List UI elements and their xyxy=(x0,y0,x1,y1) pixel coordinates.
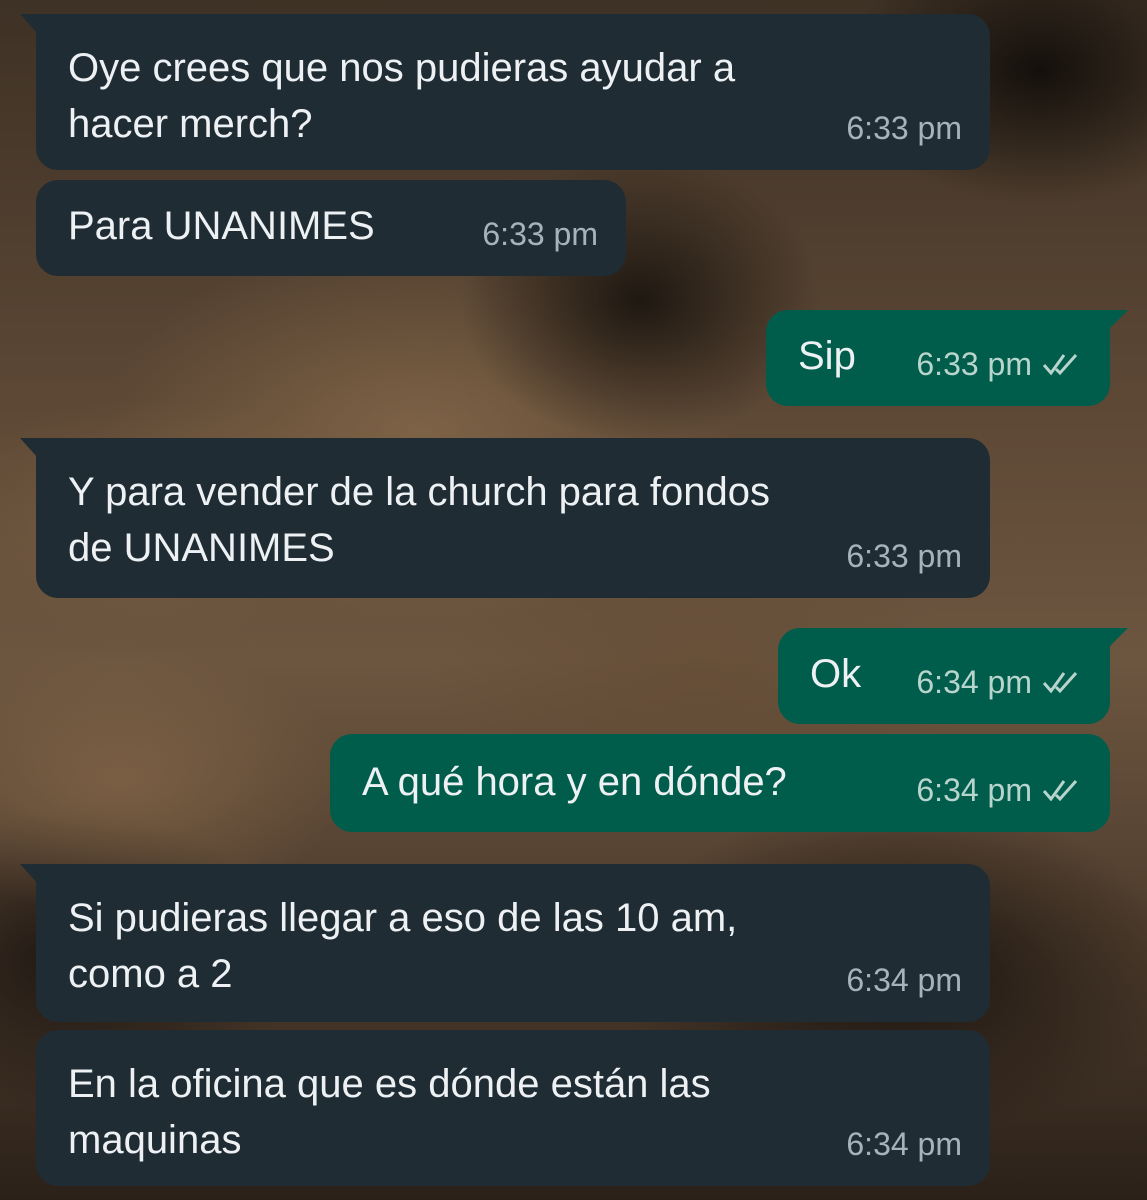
message-text: Para UNANIMES xyxy=(68,204,375,248)
message-bubble-incoming[interactable]: Oye crees que nos pudieras ayudar a hace… xyxy=(20,14,990,170)
bubble-tail xyxy=(1108,628,1128,648)
message-time: 6:33 pm xyxy=(846,538,962,574)
message-time: 6:33 pm xyxy=(482,216,598,252)
message-bubble-incoming[interactable]: Y para vender de la church para fondos d… xyxy=(20,438,990,598)
message-text: Si pudieras llegar a eso de las 10 am, c… xyxy=(68,896,738,996)
message-meta: 6:33 pm xyxy=(482,206,598,262)
message-time: 6:33 pm xyxy=(916,346,1032,382)
message-meta: 6:34 pm xyxy=(846,952,962,1008)
message-time: 6:34 pm xyxy=(846,962,962,998)
bubble-tail xyxy=(20,864,38,884)
message-meta: 6:33 pm xyxy=(846,528,962,584)
message-text: Y para vender de la church para fondos d… xyxy=(68,470,770,570)
chat-conversation: Oye crees que nos pudieras ayudar a hace… xyxy=(0,0,1147,1200)
bubble-tail xyxy=(20,14,38,34)
bubble-tail xyxy=(1108,310,1128,330)
message-text: Oye crees que nos pudieras ayudar a hace… xyxy=(68,46,736,146)
message-time: 6:33 pm xyxy=(846,110,962,146)
double-check-icon xyxy=(1042,354,1078,376)
message-time: 6:34 pm xyxy=(846,1126,962,1162)
message-time: 6:34 pm xyxy=(916,772,1032,808)
message-meta: 6:34 pm xyxy=(916,762,1082,818)
message-meta: 6:33 pm xyxy=(916,336,1082,392)
message-bubble-incoming[interactable]: Para UNANIMES 6:33 pm xyxy=(36,180,626,276)
message-meta: 6:34 pm xyxy=(916,654,1082,710)
message-bubble-outgoing[interactable]: A qué hora y en dónde? 6:34 pm xyxy=(330,734,1110,832)
message-time: 6:34 pm xyxy=(916,664,1032,700)
double-check-icon xyxy=(1042,672,1078,694)
message-bubble-incoming[interactable]: Si pudieras llegar a eso de las 10 am, c… xyxy=(20,864,990,1022)
bubble-tail xyxy=(20,438,38,458)
message-bubble-incoming[interactable]: En la oficina que es dónde están las maq… xyxy=(36,1030,990,1186)
message-meta: 6:34 pm xyxy=(846,1116,962,1172)
message-text: En la oficina que es dónde están las maq… xyxy=(68,1062,711,1162)
message-bubble-outgoing[interactable]: Ok 6:34 pm xyxy=(778,628,1128,724)
message-bubble-outgoing[interactable]: Sip 6:33 pm xyxy=(766,310,1128,406)
message-meta: 6:33 pm xyxy=(846,100,962,156)
double-check-icon xyxy=(1042,780,1078,802)
